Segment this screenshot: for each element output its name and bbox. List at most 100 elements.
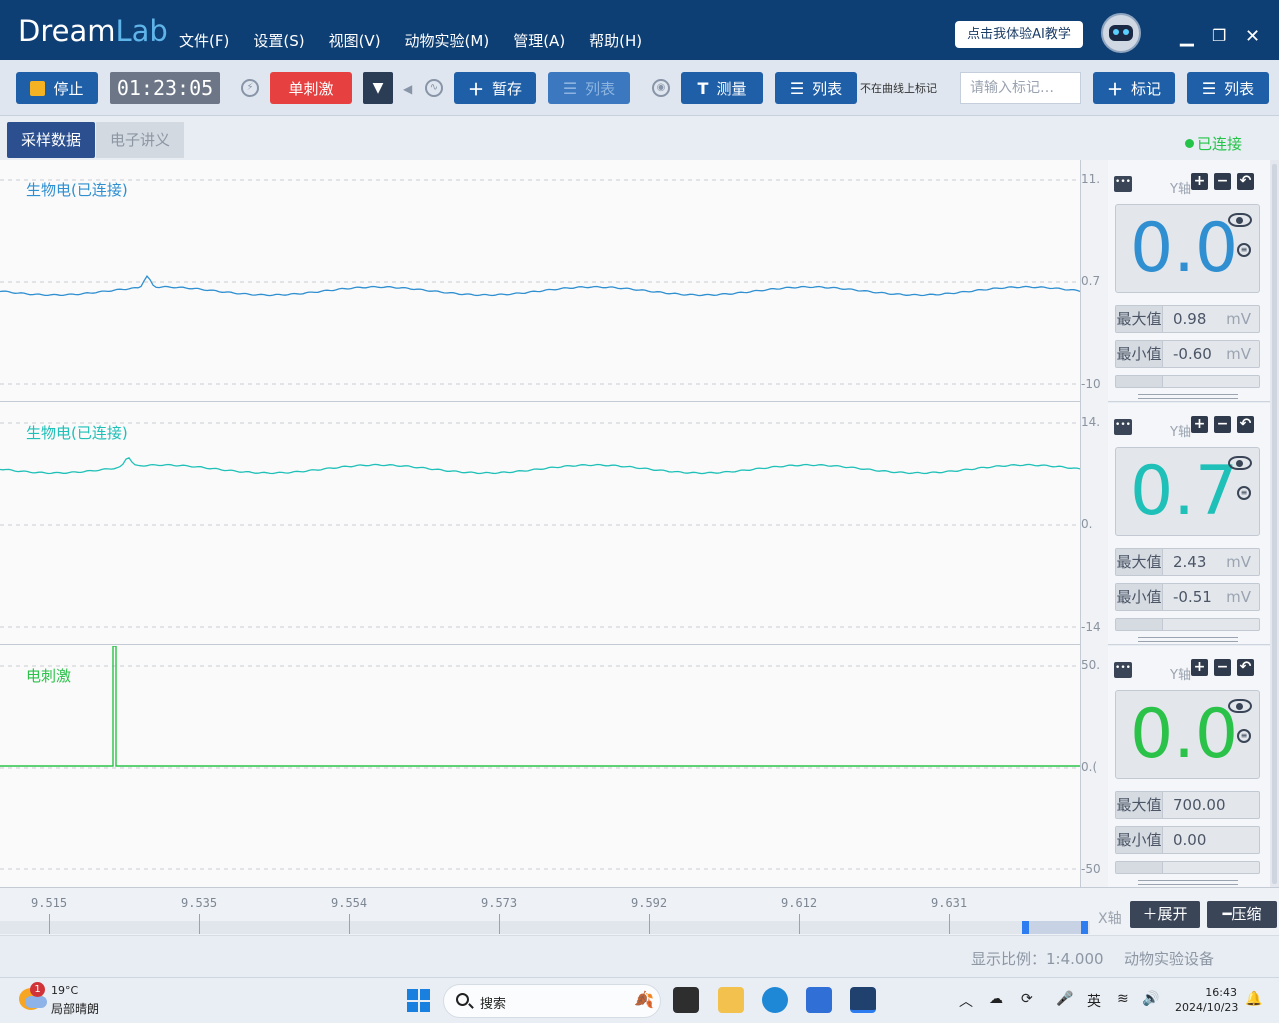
target-icon[interactable]: ◉ — [652, 79, 670, 97]
windows-start-icon[interactable] — [407, 989, 430, 1012]
y-axis-label: Y轴 — [1170, 425, 1191, 440]
ch1-y-top: 11. — [1081, 172, 1101, 186]
dreamlab-app-icon[interactable] — [850, 987, 876, 1013]
ch3-y-top: 50. — [1081, 658, 1101, 672]
mark-list-button[interactable]: ☰ 列表 — [1187, 72, 1269, 104]
ime-indicator[interactable]: 英 — [1087, 991, 1101, 1011]
lightning-icon[interactable]: ⚡ — [241, 79, 259, 97]
vertical-scrollbar[interactable] — [1270, 160, 1279, 887]
zoom-in-icon[interactable]: + — [1191, 659, 1208, 676]
stimulus-dropdown-button[interactable]: ▼ — [363, 72, 393, 104]
volume-icon[interactable]: 🔊 — [1142, 991, 1159, 1007]
status-dot-icon — [1184, 139, 1194, 148]
menu-bar: 文件(F) 设置(S) 视图(V) 动物实验(M) 管理(A) 帮助(H) — [179, 30, 666, 51]
mark-input[interactable]: 请输入标记… — [960, 72, 1081, 104]
single-stimulus-button[interactable]: 单刺激 — [270, 72, 352, 104]
notifications-bell-icon[interactable]: 🔔 — [1245, 991, 1262, 1007]
min-value-row: 最小值 -0.60 mV — [1115, 340, 1260, 368]
close-icon[interactable]: ✕ — [1245, 26, 1260, 47]
edge-browser-icon[interactable] — [762, 987, 788, 1013]
link-icon[interactable]: ≡ — [1237, 729, 1251, 743]
menu-help[interactable]: 帮助(H) — [589, 30, 642, 51]
x-range-slider[interactable] — [1022, 921, 1088, 934]
zoom-out-icon[interactable]: − — [1214, 416, 1231, 433]
ch2-y-bottom: -14 — [1081, 620, 1101, 634]
more-icon[interactable]: ••• — [1114, 176, 1132, 192]
tab-sampling-data[interactable]: 采样数据 — [7, 122, 95, 158]
menu-manage[interactable]: 管理(A) — [513, 30, 565, 51]
panel-resize-grip[interactable] — [1138, 880, 1238, 885]
channel-1-plot[interactable]: 生物电(已连接) — [0, 160, 1080, 402]
more-icon[interactable]: ••• — [1114, 419, 1132, 435]
reset-icon[interactable]: ↶ — [1237, 416, 1254, 433]
current-value: 0.0 — [1130, 695, 1239, 774]
store-icon[interactable] — [806, 987, 832, 1013]
partial-row — [1115, 618, 1260, 631]
tab-e-lecture[interactable]: 电子讲义 — [96, 122, 184, 158]
max-value-row: 最大值 700.00 — [1115, 791, 1260, 819]
list-button-disabled[interactable]: ☰ 列表 — [548, 72, 630, 104]
wave-icon[interactable]: ∿ — [425, 79, 443, 97]
eye-icon[interactable] — [1228, 213, 1252, 227]
current-value-box: 0.7 ≡ — [1115, 447, 1260, 536]
cloud-icon[interactable]: ☁ — [989, 991, 1003, 1007]
volume-icon[interactable]: ◀ — [403, 82, 412, 96]
expand-button[interactable]: ＋展开 — [1130, 901, 1200, 928]
measure-button[interactable]: T 测量 — [681, 72, 763, 104]
stop-button[interactable]: 停止 — [16, 72, 98, 104]
microphone-icon[interactable]: 🎤 — [1056, 991, 1073, 1007]
panel-resize-grip[interactable] — [1138, 394, 1238, 399]
ai-teaching-button[interactable]: 点击我体验AI教学 — [955, 21, 1083, 48]
device-label: 动物实验设备 — [1124, 950, 1215, 968]
link-icon[interactable]: ≡ — [1237, 243, 1251, 257]
wifi-icon[interactable]: ≋ — [1117, 991, 1129, 1007]
sync-icon[interactable]: ⟳ — [1021, 991, 1033, 1007]
channel-2-plot[interactable]: 生物电(已连接) — [0, 403, 1080, 645]
zoom-out-icon[interactable]: − — [1214, 173, 1231, 190]
zoom-in-icon[interactable]: + — [1191, 173, 1208, 190]
channel-3-plot[interactable]: 电刺激 — [0, 646, 1080, 887]
x-tick: 9.612 — [781, 896, 818, 910]
zoom-in-icon[interactable]: + — [1191, 416, 1208, 433]
taskbar-search[interactable]: 搜索 🍂 — [443, 984, 661, 1018]
menu-file[interactable]: 文件(F) — [179, 30, 229, 51]
restore-icon[interactable]: ❐ — [1212, 26, 1226, 45]
display-scale: 显示比例：1:4.000 — [971, 950, 1104, 968]
minimize-icon[interactable]: ▁ — [1180, 26, 1194, 47]
measure-list-button[interactable]: ☰ 列表 — [775, 72, 857, 104]
minus-icon: ━ — [1222, 905, 1232, 923]
panel-resize-grip[interactable] — [1138, 637, 1238, 642]
temperature: 19°C — [51, 984, 79, 997]
reset-icon[interactable]: ↶ — [1237, 173, 1254, 190]
reset-icon[interactable]: ↶ — [1237, 659, 1254, 676]
compress-button[interactable]: ━压缩 — [1207, 901, 1277, 928]
menu-settings[interactable]: 设置(S) — [253, 30, 304, 51]
menu-animal-experiment[interactable]: 动物实验(M) — [405, 30, 490, 51]
x-tick: 9.554 — [331, 896, 368, 910]
not-on-curve-label[interactable]: 不在曲线上标记 — [860, 80, 937, 96]
weather-text: 局部晴朗 — [51, 1002, 100, 1016]
more-icon[interactable]: ••• — [1114, 662, 1132, 678]
current-value-box: 0.0 ≡ — [1115, 204, 1260, 293]
plus-icon: ＋ — [1106, 80, 1123, 99]
max-value-row: 最大值 0.98 mV — [1115, 305, 1260, 333]
link-icon[interactable]: ≡ — [1237, 486, 1251, 500]
elapsed-timer: 01:23:05 — [110, 72, 220, 104]
connection-status: 已连接 — [1184, 133, 1242, 154]
x-axis-label: X轴 — [1098, 911, 1122, 927]
plot-area[interactable]: 生物电(已连接) 生物电(已连接) 电刺激 — [0, 160, 1080, 887]
list-icon: ☰ — [562, 78, 578, 98]
chevron-up-icon[interactable]: ︿ — [959, 991, 973, 1011]
search-highlight-icon: 🍂 — [634, 990, 654, 1009]
task-view-icon[interactable] — [673, 987, 699, 1013]
eye-icon[interactable] — [1228, 456, 1252, 470]
menu-view[interactable]: 视图(V) — [329, 30, 381, 51]
file-explorer-icon[interactable] — [718, 987, 744, 1013]
x-scroll-track[interactable] — [0, 921, 1090, 934]
robot-avatar-icon[interactable] — [1101, 13, 1141, 53]
clock[interactable]: 16:43 2024/10/23 — [1175, 985, 1238, 1015]
add-mark-button[interactable]: ＋标记 — [1093, 72, 1175, 104]
save-temp-button[interactable]: ＋暂存 — [454, 72, 536, 104]
zoom-out-icon[interactable]: − — [1214, 659, 1231, 676]
eye-icon[interactable] — [1228, 699, 1252, 713]
